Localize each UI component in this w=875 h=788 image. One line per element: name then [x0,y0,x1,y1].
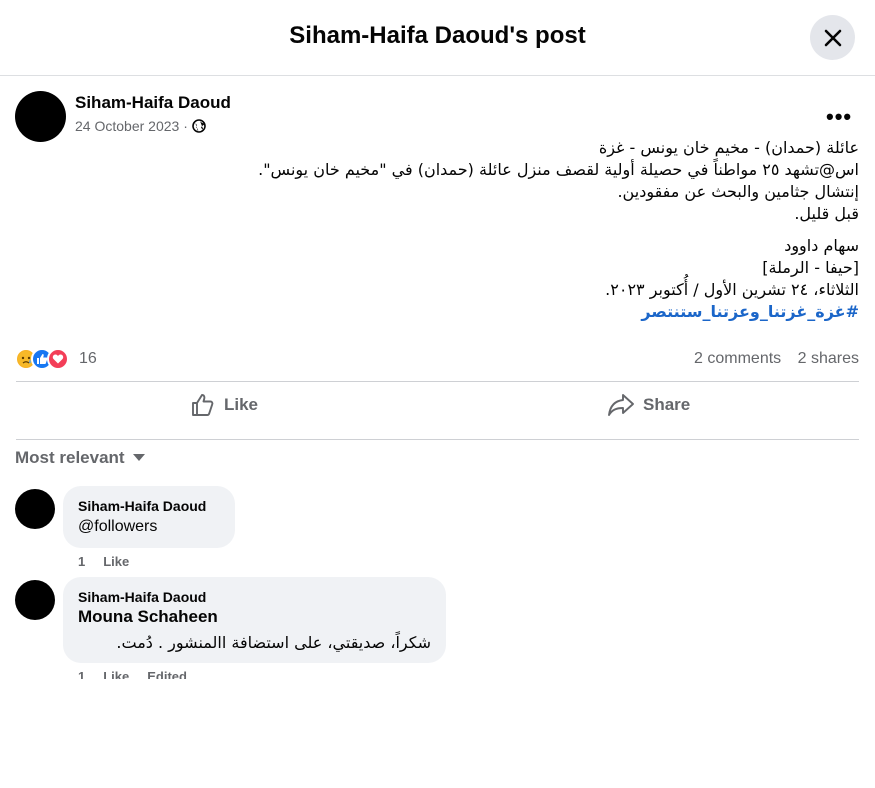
hashtag-link[interactable]: #غزة_غزتنا_وعزتنا_ستنتصر [641,302,859,321]
meta-separator: · [183,118,188,134]
post-text-line: اس@تشهد ٢٥ مواطناً في حصيلة أولية لقصف م… [258,160,859,179]
signature-line: سهام داوود [784,236,859,255]
shares-count[interactable]: 2 shares [798,350,859,367]
author-avatar[interactable] [15,91,66,142]
signature-line: الثلاثاء، ٢٤ تشرين الأول / أُكتوبر ٢٠٢٣. [605,280,859,299]
comment-mention[interactable]: Mouna Schaheen [78,607,218,627]
post-text-line: إنتشال جثامين والبحث عن مفقودين. [617,182,859,201]
divider [16,439,859,440]
post-body: عائلة (حمدان) - مخيم خان يونس - غزة اس@ت… [159,137,859,323]
like-button[interactable]: Like [190,392,258,418]
comment-author[interactable]: Siham-Haifa Daoud [78,589,206,605]
comment-actions: 1 Like [78,554,129,569]
engagement-counts: 2 comments 2 shares [694,350,859,368]
post-author-name[interactable]: Siham-Haifa Daoud [75,93,231,113]
comment-text: شكراً، صديقتي، على استضافة االمنشور . دُ… [116,633,431,652]
comments-count[interactable]: 2 comments [694,350,781,367]
reaction-count: 16 [79,350,97,367]
comment-author[interactable]: Siham-Haifa Daoud [78,498,206,514]
close-button[interactable] [810,15,855,60]
close-icon [824,29,841,46]
post-date[interactable]: 24 October 2023 [75,118,179,134]
thumbs-up-icon [192,394,214,416]
comment-actions: 1 Like Edited [78,669,187,679]
comment-bubble: Siham-Haifa Daoud Mouna Schaheen شكراً، … [63,577,446,663]
edited-label: Edited [147,669,187,679]
caret-down-icon [132,454,145,461]
share-label: Share [643,395,691,414]
post-text-line: قبل قليل. [794,204,859,223]
post-options-button[interactable]: ••• [826,104,852,130]
comment-like-button[interactable]: Like [103,669,129,679]
comment-text: @followers [78,518,158,535]
share-button[interactable]: Share [607,392,690,418]
share-icon [608,394,634,416]
love-reaction-icon [47,348,69,370]
comment-like-count: 1 [78,554,86,569]
comment-like-button[interactable]: Like [103,554,129,569]
like-label: Like [224,395,259,414]
commenter-avatar[interactable] [15,489,55,529]
dialog-header: Siham-Haifa Daoud's post [0,0,875,76]
reactions-summary[interactable]: 16 [15,348,97,370]
globe-icon[interactable] [192,119,206,133]
comment-bubble: Siham-Haifa Daoud @followers [63,486,235,548]
signature-line: [حيفا - الرملة] [762,258,859,277]
post-meta: 24 October 2023 · [75,118,206,134]
divider [16,381,859,382]
post-text-line: عائلة (حمدان) - مخيم خان يونس - غزة [598,138,859,157]
commenter-avatar[interactable] [15,580,55,620]
comment-like-count: 1 [78,669,86,679]
dialog-title: Siham-Haifa Daoud's post [289,22,586,49]
comment-sort-dropdown[interactable]: Most relevant [15,448,145,468]
sort-label: Most relevant [15,448,125,467]
